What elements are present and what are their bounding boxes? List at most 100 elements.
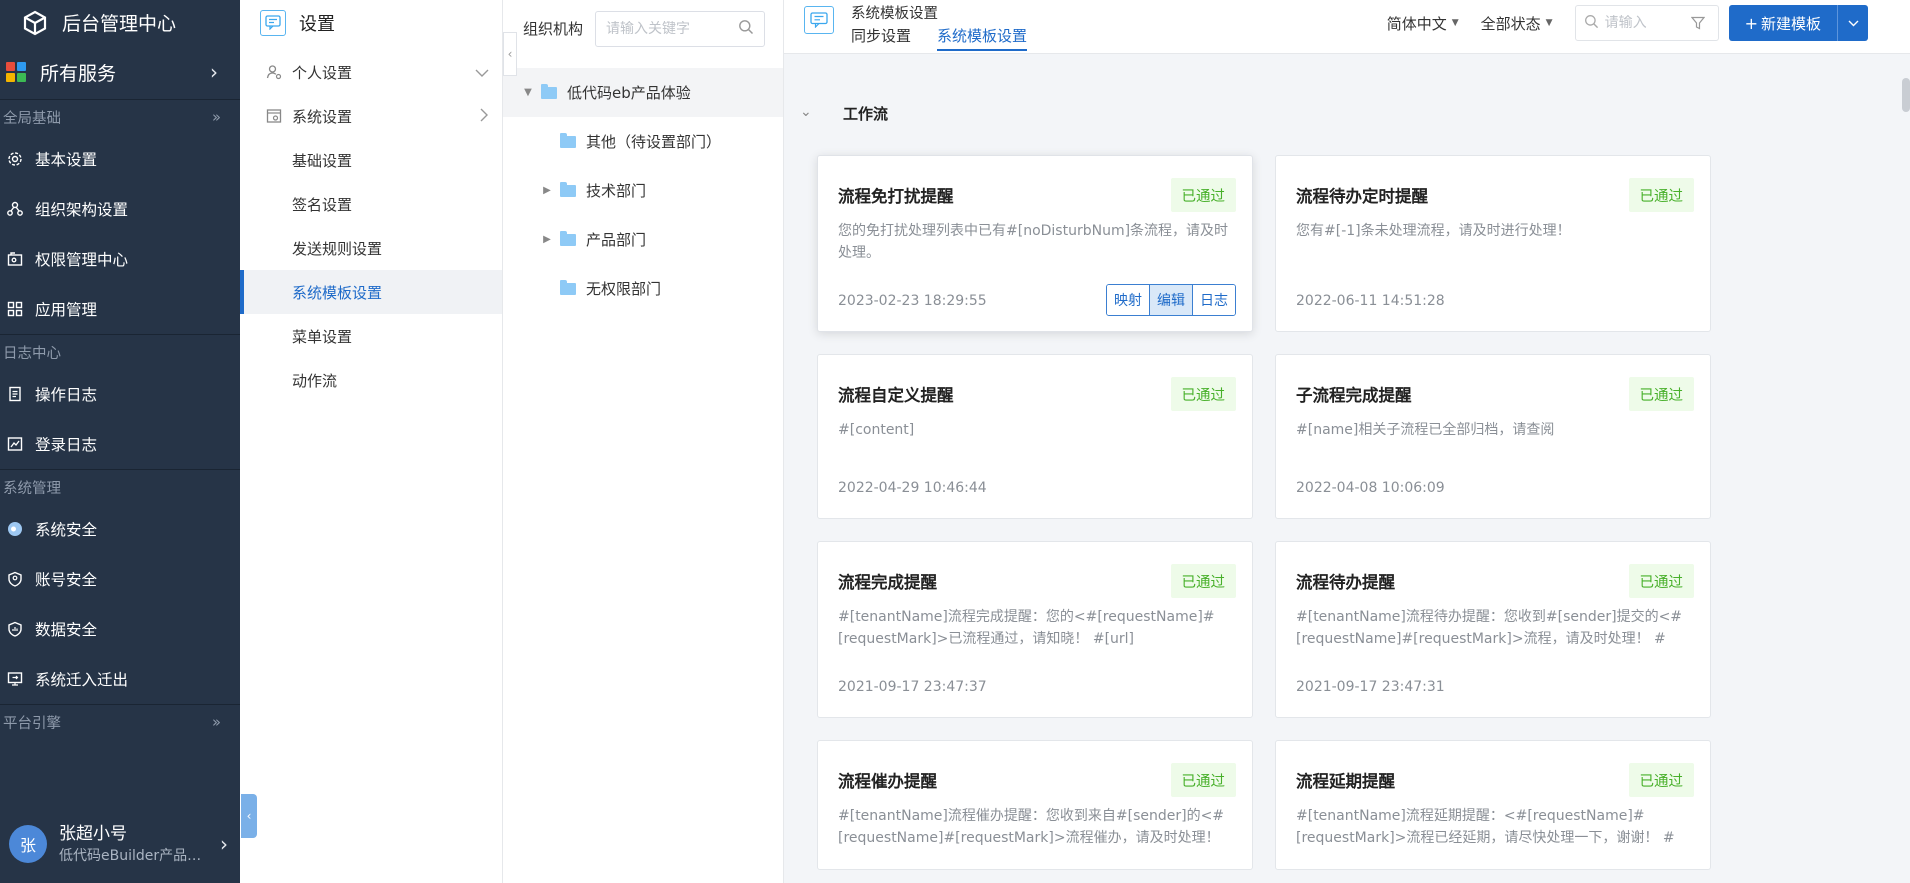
org-search-input[interactable] — [606, 20, 739, 37]
nav-item-org-settings[interactable]: 组织架构设置 — [0, 184, 240, 234]
settings-sub-label: 基础设置 — [292, 151, 353, 170]
template-card[interactable]: 流程待办定时提醒 已通过 您有#[-1]条未处理流程，请及时进行处理！ 2022… — [1275, 155, 1711, 332]
template-card[interactable]: 流程免打扰提醒 已通过 您的免打扰处理列表中已有#[noDisturbNum]条… — [817, 155, 1253, 332]
nav-item-permission-center[interactable]: 权限管理中心 — [0, 234, 240, 284]
settings-item-personal[interactable]: 个人设置 — [240, 50, 502, 94]
nav-item-account-security[interactable]: 账号安全 — [0, 554, 240, 604]
settings-sub-menu[interactable]: 菜单设置 — [240, 314, 502, 358]
nav-item-basic-settings[interactable]: 基本设置 — [0, 134, 240, 184]
sidebar-collapse-handle[interactable]: ‹ — [241, 794, 257, 838]
new-template-label: 新建模板 — [1760, 14, 1821, 33]
nav-item-data-security[interactable]: 数据安全 — [0, 604, 240, 654]
nav-item-migration[interactable]: 系统迁入迁出 — [0, 654, 240, 704]
caret-right-icon[interactable]: ▶ — [540, 234, 554, 245]
template-card[interactable]: 流程自定义提醒 已通过 #[content] 2022-04-29 10:46:… — [817, 354, 1253, 519]
tree-node-root[interactable]: ▼ 低代码eb产品体验 — [503, 68, 783, 117]
section-collapse-icon[interactable]: ⌄ — [800, 104, 812, 120]
tab-sync-settings[interactable]: 同步设置 — [851, 24, 911, 51]
tree-node-label: 产品部门 — [586, 231, 647, 249]
org-search-box — [595, 10, 766, 47]
language-dropdown[interactable]: 简体中文 ▼ — [1387, 13, 1459, 34]
settings-sub-action-flow[interactable]: 动作流 — [240, 358, 502, 402]
card-description: #[tenantName]流程待办提醒：您收到#[sender]提交的<#[re… — [1296, 609, 1683, 647]
status-badge: 已通过 — [1628, 763, 1694, 797]
template-card[interactable]: 流程催办提醒 已通过 #[tenantName]流程催办提醒：您收到来自#[se… — [817, 740, 1253, 870]
new-template-dropdown[interactable] — [1838, 5, 1868, 41]
user-tenant: 低代码eBuilder产品体验 — [59, 848, 204, 864]
nav-group-log-center[interactable]: 日志中心 — [0, 335, 240, 369]
status-badge: 已通过 — [1628, 178, 1694, 212]
card-description: #[tenantName]流程催办提醒：您收到来自#[sender]的<#[re… — [838, 808, 1225, 846]
nav-item-login-log[interactable]: 登录日志 — [0, 419, 240, 469]
status-badge: 已通过 — [1170, 564, 1236, 598]
services-grid-icon — [6, 62, 26, 82]
permission-icon — [6, 251, 23, 268]
tree-node-tech[interactable]: ▶ 技术部门 — [503, 166, 783, 215]
system-window-icon — [265, 107, 283, 125]
collapse-settings-handle[interactable]: ‹ — [503, 32, 517, 76]
nav-item-label: 系统迁入迁出 — [35, 671, 129, 689]
tree-node-no-permission[interactable]: 无权限部门 — [503, 264, 783, 313]
status-dropdown[interactable]: 全部状态 ▼ — [1481, 13, 1553, 34]
scrollbar-thumb[interactable] — [1902, 78, 1910, 112]
template-card[interactable]: 流程完成提醒 已通过 #[tenantName]流程完成提醒：您的<#[requ… — [817, 541, 1253, 718]
card-description: #[tenantName]流程延期提醒：<#[requestName]#[req… — [1296, 808, 1675, 846]
status-badge: 已通过 — [1170, 178, 1236, 212]
grid-apps-icon — [6, 301, 23, 318]
map-button[interactable]: 映射 — [1107, 285, 1149, 315]
caret-right-icon[interactable]: ▶ — [540, 185, 554, 196]
org-header: 组织机构 — [503, 0, 783, 57]
status-value: 全部状态 — [1480, 14, 1541, 33]
card-description: #[tenantName]流程完成提醒：您的<#[requestName]#[r… — [838, 609, 1215, 647]
nav-item-operation-log[interactable]: 操作日志 — [0, 369, 240, 419]
user-profile[interactable]: 张 张超小号 低代码eBuilder产品体验 › — [0, 805, 240, 883]
chevron-left-icon: ‹ — [507, 47, 513, 61]
chevron-right-icon — [480, 107, 489, 126]
status-badge: 已通过 — [1170, 377, 1236, 411]
edit-button[interactable]: 编辑 — [1149, 285, 1192, 315]
user-gear-icon — [265, 63, 283, 81]
settings-sub-system-template[interactable]: 系统模板设置 — [240, 270, 502, 314]
template-search-input[interactable] — [1604, 15, 1686, 31]
settings-sub-basic[interactable]: 基础设置 — [240, 138, 502, 182]
filter-icon[interactable] — [1686, 11, 1710, 35]
nav-item-app-management[interactable]: 应用管理 — [0, 284, 240, 334]
nav-item-label: 登录日志 — [35, 436, 98, 454]
settings-title: 设置 — [299, 13, 335, 35]
all-services-button[interactable]: 所有服务 › — [0, 45, 240, 100]
card-description: #[content] — [838, 422, 915, 438]
chevron-down-icon — [475, 63, 489, 82]
nav-item-label: 账号安全 — [35, 571, 98, 589]
search-icon[interactable] — [738, 19, 754, 39]
user-info: 张超小号 低代码eBuilder产品体验 — [59, 823, 220, 865]
folder-icon — [560, 279, 576, 295]
settings-sub-send-rules[interactable]: 发送规则设置 — [240, 226, 502, 270]
nav-item-system-security[interactable]: 系统安全 — [0, 504, 240, 554]
nav-group-label: 平台引擎 — [3, 715, 61, 732]
template-card[interactable]: 子流程完成提醒 已通过 #[name]相关子流程已全部归档，请查阅 2022-0… — [1275, 354, 1711, 519]
nav-group-platform-engine[interactable]: 平台引擎 ›› — [0, 705, 240, 739]
tree-node-product[interactable]: ▶ 产品部门 — [503, 215, 783, 264]
log-button[interactable]: 日志 — [1192, 285, 1235, 315]
card-description: 您有#[-1]条未处理流程，请及时进行处理！ — [1296, 223, 1571, 239]
tree-node-other[interactable]: 其他（待设置部门） — [503, 117, 783, 166]
cube-logo-icon — [23, 10, 47, 35]
status-badge: 已通过 — [1170, 763, 1236, 797]
template-card[interactable]: 流程待办提醒 已通过 #[tenantName]流程待办提醒：您收到#[send… — [1275, 541, 1711, 718]
nav-group-label: 系统管理 — [3, 480, 61, 497]
chevron-down-icon — [1848, 20, 1858, 26]
new-template-button[interactable]: + 新建模板 — [1729, 5, 1838, 41]
settings-sub-signature[interactable]: 签名设置 — [240, 182, 502, 226]
settings-menu: 设置 个人设置 系统设置 基础设置 签名设置 发送规则设置 系统模板设置 菜单设… — [240, 0, 503, 883]
toolbar: 简体中文 ▼ 全部状态 ▼ +新建模板 — [1387, 5, 1910, 41]
settings-item-system[interactable]: 系统设置 — [240, 94, 502, 138]
nav-group-system-management[interactable]: 系统管理 — [0, 470, 240, 504]
nav-group-global[interactable]: 全局基础 ›› — [0, 100, 240, 134]
template-card[interactable]: 流程延期提醒 已通过 #[tenantName]流程延期提醒：<#[reques… — [1275, 740, 1711, 870]
nav-item-label: 操作日志 — [35, 386, 98, 404]
app-title: 后台管理中心 — [62, 13, 177, 35]
settings-header: 设置 — [240, 0, 502, 45]
card-actions: 映射 编辑 日志 — [1106, 284, 1236, 316]
caret-down-icon[interactable]: ▼ — [521, 87, 535, 98]
tab-system-template[interactable]: 系统模板设置 — [937, 24, 1028, 51]
